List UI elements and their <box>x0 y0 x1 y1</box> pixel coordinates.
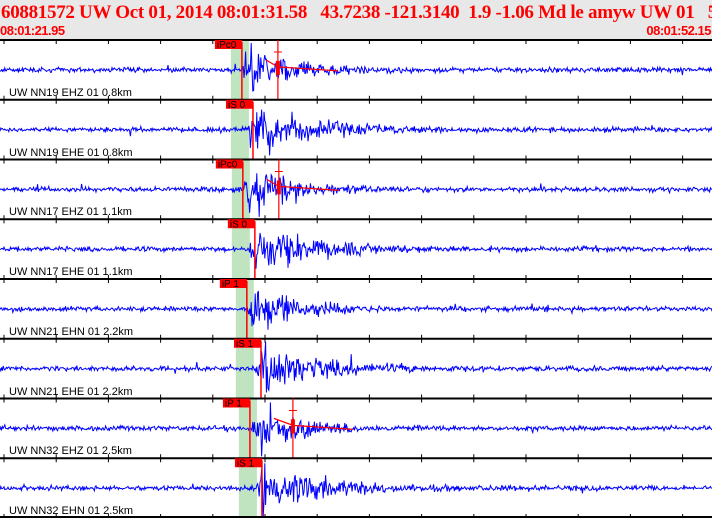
channel-label: UW NN19 EHZ 01 0.8km <box>9 86 132 99</box>
seismogram-viewer: 60881572 UW Oct 01, 2014 08:01:31.58 43.… <box>0 0 712 518</box>
channel-label: UW NN21 EHN 01 2.2km <box>9 325 134 338</box>
channel-label: UW NN32 EHZ 01 2.5km <box>9 445 132 458</box>
channel-label: UW NN32 EHN 01 2.5km <box>9 505 134 517</box>
channel-label: UW NN21 EHE 01 2.2km <box>9 385 133 398</box>
coda-window <box>276 180 281 195</box>
waveform-plot[interactable]: iPc0 iS 0 iPc0 iS 0 iP 1 iS 1 iP 1 iS 1 <box>0 0 712 518</box>
phase-pick-label: iP 1 <box>225 399 242 410</box>
phase-pick-label: iP 1 <box>222 279 239 290</box>
channel-label: UW NN19 EHE 01 0.8km <box>9 146 133 159</box>
waveform-trace <box>0 42 712 92</box>
channel-label: UW NN17 EHE 01 1.1km <box>9 266 133 278</box>
phase-pick-label: iS 0 <box>230 219 248 230</box>
phase-pick-label: iS 1 <box>236 339 254 350</box>
phase-pick-label: iPc0 <box>217 40 237 51</box>
phase-pick-label: iS 0 <box>228 100 246 111</box>
coda-window <box>275 60 280 75</box>
phase-pick-label: iS 1 <box>237 458 255 469</box>
waveform-trace <box>0 232 712 269</box>
channel-label: UW NN17 EHZ 01 1.1km <box>9 206 132 219</box>
coda-window <box>290 419 295 434</box>
waveform-trace <box>0 290 712 330</box>
phase-pick-label: iPc0 <box>218 160 238 171</box>
